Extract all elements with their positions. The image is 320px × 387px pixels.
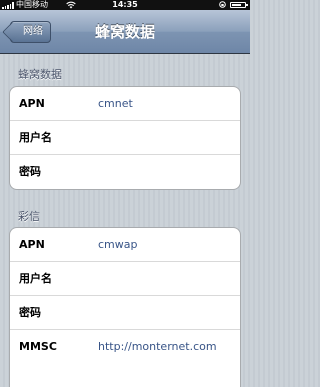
cellular-settings-group: APN cmnet 用户名 密码: [9, 86, 241, 190]
mms-settings-group: APN cmwap 用户名 密码 MMSC http://monternet.c…: [9, 227, 241, 387]
username-label: 用户名: [19, 131, 52, 144]
mms-apn-row[interactable]: APN cmwap: [10, 228, 240, 262]
apn-label: APN: [19, 97, 45, 110]
mmsc-row[interactable]: MMSC http://monternet.com: [10, 330, 240, 364]
cellular-apn-value[interactable]: cmnet: [98, 87, 133, 121]
mms-password-row[interactable]: 密码: [10, 296, 240, 330]
battery-icon: [230, 2, 248, 8]
mmsc-value[interactable]: http://monternet.com: [98, 330, 217, 364]
password-label: 密码: [19, 165, 41, 178]
navigation-bar: 蜂窝数据 网络: [0, 10, 250, 54]
username-label: 用户名: [19, 272, 52, 285]
mms-apn-value[interactable]: cmwap: [98, 228, 137, 262]
password-label: 密码: [19, 306, 41, 319]
back-button-label: 网络: [23, 26, 43, 37]
rotation-lock-icon: [219, 1, 226, 8]
section-header-mms: 彩信: [18, 210, 40, 223]
section-header-cellular: 蜂窝数据: [18, 68, 62, 81]
back-button[interactable]: 网络: [10, 21, 51, 43]
status-time: 14:35: [112, 0, 138, 9]
cellular-username-row[interactable]: 用户名: [10, 121, 240, 155]
cellular-apn-row[interactable]: APN cmnet: [10, 87, 240, 121]
cellular-password-row[interactable]: 密码: [10, 155, 240, 189]
apn-label: APN: [19, 238, 45, 251]
status-bar: 中国移动 14:35: [0, 0, 250, 10]
mms-username-row[interactable]: 用户名: [10, 262, 240, 296]
mmsc-label: MMSC: [19, 340, 57, 353]
